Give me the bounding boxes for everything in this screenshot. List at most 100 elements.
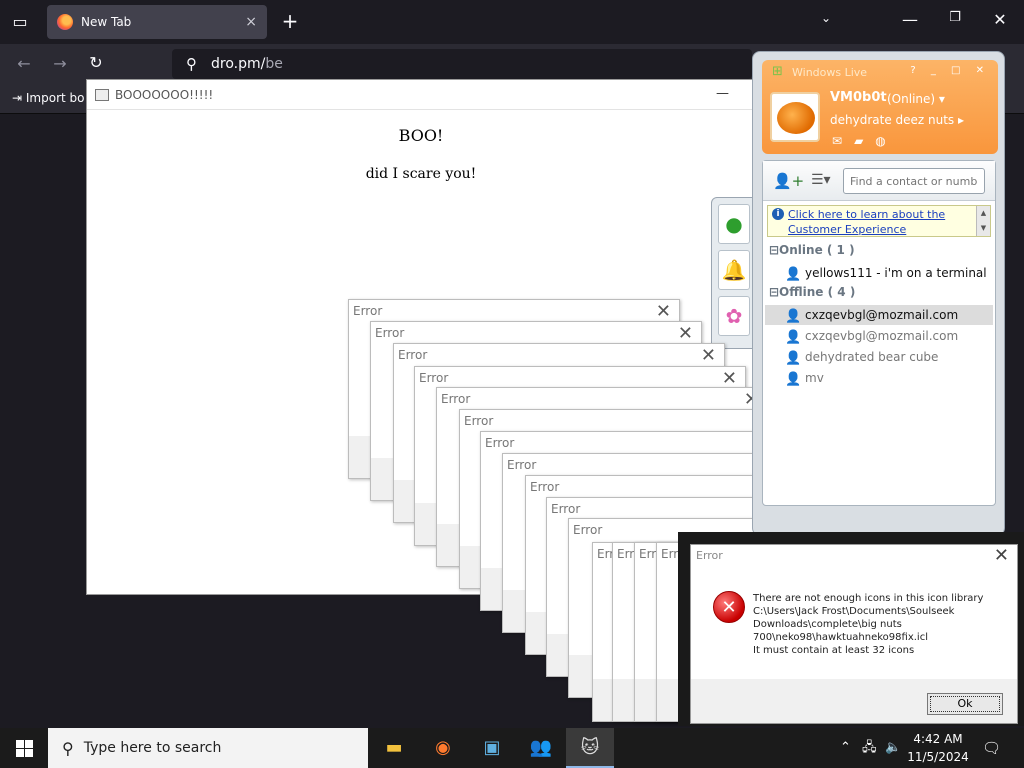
close-icon[interactable]: ✕ (722, 368, 737, 389)
clock-date: 11/5/2024 (907, 750, 969, 764)
offline-status-icon: 👤 (785, 351, 802, 366)
bell-icon[interactable]: 🔔 (718, 250, 750, 290)
taskbar: ⚲ Type here to search ▬ ◉ ▣ 👥 🐱 ⌃ 🖧 🔈 4:… (0, 728, 1024, 768)
search-icon: ⚲ (62, 738, 74, 758)
messenger-window-controls[interactable]: ? _ □ ✕ (910, 65, 990, 76)
windows-logo-pane (25, 749, 33, 757)
contact-item[interactable]: 👤 yellows111 - i'm on a terminal (765, 263, 993, 283)
personal-message[interactable]: dehydrate deez nuts ▸ (830, 113, 964, 127)
clock[interactable]: 4:42 AM 11/5/2024 (900, 730, 976, 766)
forward-icon[interactable]: → (50, 54, 70, 73)
volume-icon[interactable]: 🔈 (885, 728, 901, 768)
error-message-line: 700\neko98\hawktuahneko98fix.icl (753, 632, 928, 643)
pumpkin-avatar-image (777, 102, 815, 134)
contact-search-input[interactable] (843, 168, 985, 194)
butterfly-icon[interactable]: ✿ (718, 296, 750, 336)
tab-overview-icon[interactable]: ▭ (10, 12, 30, 31)
folder-icon[interactable]: ▰ (854, 134, 875, 148)
file-explorer-icon[interactable]: ▬ (370, 728, 418, 768)
network-icon[interactable]: 🖧 (862, 728, 877, 768)
contact-item[interactable]: 👤 dehydrated bear cube (765, 347, 993, 367)
new-tab-button[interactable]: + (280, 9, 300, 33)
list-options-icon[interactable]: ☰▾ (811, 172, 831, 188)
error-window-title: Error (353, 304, 383, 318)
close-window-icon[interactable]: ✕ (990, 10, 1010, 29)
error-window-title: Error (419, 371, 449, 385)
messenger-quick-icons: ✉▰◍ (832, 134, 898, 148)
taskbar-search-placeholder: Type here to search (83, 740, 222, 756)
status-dropdown[interactable]: (Online) ▾ (887, 92, 945, 106)
restore-icon[interactable]: ❐ (945, 10, 965, 25)
chevron-down-icon[interactable]: ⌄ (816, 11, 836, 25)
group-online-header[interactable]: ⊟Online ( 1 ) (769, 243, 855, 257)
chevron-up-icon[interactable]: ⌃ (840, 728, 851, 768)
messenger-taskbar-icon[interactable]: 👥 (517, 728, 565, 768)
scroll-up-icon[interactable]: ▲ (981, 209, 986, 217)
contact-name: cxzqevbgl@mozmail.com (805, 329, 959, 343)
back-icon[interactable]: ← (14, 54, 34, 73)
browser-tab-strip: ▭ New Tab × + ⌄ — ❐ ✕ (0, 0, 1024, 44)
info-icon: i (772, 208, 784, 220)
group-offline-header[interactable]: ⊟Offline ( 4 ) (769, 285, 855, 299)
error-window-title: Error (464, 414, 494, 428)
close-icon[interactable]: ✕ (994, 545, 1009, 566)
minimize-icon[interactable]: — (900, 10, 920, 29)
globe-icon[interactable]: ◍ (875, 134, 897, 148)
messenger-window: ⊞ Windows Live ? _ □ ✕ VM0b0t (Online) ▾… (752, 51, 1005, 536)
minimize-button[interactable]: — (716, 86, 729, 101)
contact-item[interactable]: 👤 mv (765, 368, 993, 388)
taskbar-search[interactable]: ⚲ Type here to search (48, 728, 368, 768)
tab-new-tab[interactable]: New Tab × (47, 5, 267, 39)
url-bar[interactable]: ⚲ dro.pm/be (172, 49, 752, 79)
boo-text: did I scare you! (365, 166, 477, 182)
notification-icon[interactable]: 🗨 (982, 728, 1001, 768)
error-dialog-body: Error ✕ ✕ There are not enough icons in … (690, 544, 1018, 724)
add-contact-icon[interactable]: 👤+ (773, 172, 804, 190)
error-window-title: Error (485, 436, 515, 450)
error-window-title: Error (507, 458, 537, 472)
mail-icon[interactable]: ✉ (832, 134, 854, 148)
contact-item[interactable]: 👤 cxzqevbgl@mozmail.com (765, 326, 993, 346)
contact-list-panel: 👤+ ☰▾ i Click here to learn about the Cu… (762, 160, 996, 506)
import-icon: ⇥ (12, 91, 26, 105)
boo-heading: BOO! (398, 126, 444, 145)
firefox-taskbar-icon[interactable]: ◉ (419, 728, 467, 768)
start-button[interactable] (0, 728, 48, 768)
neko-taskbar-icon[interactable]: 🐱 (566, 728, 614, 768)
error-window-title: Error (398, 348, 428, 362)
error-dialog-title: Error (696, 549, 723, 562)
reload-icon[interactable]: ↻ (86, 53, 106, 72)
windows-live-logo-icon: ⊞ (772, 64, 783, 79)
import-bookmarks-link[interactable]: ⇥ Import bo (12, 91, 84, 105)
scroll-down-icon[interactable]: ▼ (981, 224, 986, 232)
error-window-title: Error (375, 326, 405, 340)
error-message-line: It must contain at least 32 icons (753, 645, 915, 656)
windows-logo-icon (16, 740, 24, 748)
close-icon[interactable]: ✕ (701, 345, 716, 366)
messenger-header: ⊞ Windows Live ? _ □ ✕ VM0b0t (Online) ▾… (762, 60, 998, 154)
contacts-icon[interactable]: ● (718, 204, 750, 244)
ok-button[interactable]: Ok (927, 693, 1003, 715)
tab-title: New Tab (81, 15, 132, 29)
offline-status-icon: 👤 (785, 309, 802, 324)
error-window-title: Error (441, 392, 471, 406)
search-icon: ⚲ (186, 55, 197, 73)
tab-close-icon[interactable]: × (245, 14, 257, 30)
customer-experience-link[interactable]: Click here to learn about the Customer E… (788, 207, 972, 237)
offline-status-icon: 👤 (785, 330, 802, 345)
error-dialog-footer: Ok (691, 679, 1017, 723)
contact-item[interactable]: 👤 cxzqevbgl@mozmail.com (765, 305, 993, 325)
info-scrollbar[interactable]: ▲ ▼ (976, 206, 990, 236)
error-window-title: Error (573, 523, 603, 537)
url-host: dro.pm/ (211, 56, 266, 72)
windows-logo-pane (16, 749, 24, 757)
boo-window-titlebar[interactable]: BOOOOOOO!!!!! — (87, 80, 755, 110)
close-icon[interactable]: ✕ (678, 323, 693, 344)
error-dialog: Error ✕ ✕ There are not enough icons in … (678, 532, 1024, 726)
offline-status-icon: 👤 (785, 372, 802, 387)
firefox-icon (57, 14, 73, 30)
close-icon[interactable]: ✕ (656, 301, 671, 322)
windows-logo-pane (25, 740, 33, 748)
app-window-icon[interactable]: ▣ (468, 728, 516, 768)
avatar[interactable] (770, 92, 820, 142)
